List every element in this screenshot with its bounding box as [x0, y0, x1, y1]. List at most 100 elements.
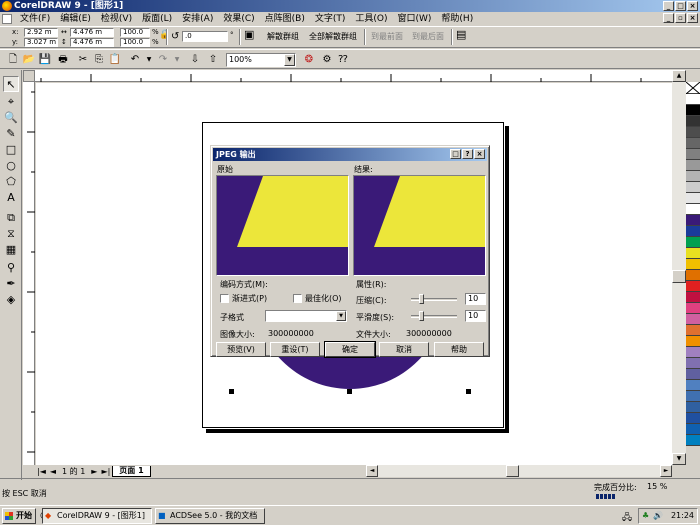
corel-online-icon[interactable]: ❂ [302, 53, 316, 67]
color-swatch[interactable] [686, 435, 700, 446]
color-swatch[interactable] [686, 292, 700, 303]
dialog-close-button[interactable]: × [474, 149, 485, 159]
color-swatch[interactable] [686, 270, 700, 281]
color-swatch[interactable] [686, 182, 700, 193]
copy-icon[interactable]: ⎘ [92, 53, 106, 67]
x-position-field[interactable]: 2.92 m [24, 28, 58, 37]
color-swatch[interactable] [686, 204, 700, 215]
next-page-icon[interactable]: ► [89, 467, 99, 476]
zoom-select[interactable]: 100% ▼ [226, 53, 296, 67]
color-swatch[interactable] [686, 248, 700, 259]
color-swatch[interactable] [686, 303, 700, 314]
import-icon[interactable]: ⇩ [188, 53, 202, 67]
color-swatch[interactable] [686, 402, 700, 413]
pick-tool-icon[interactable]: ↖ [3, 76, 19, 92]
smooth-value-field[interactable]: 10 [465, 310, 486, 322]
fill-tool-icon[interactable]: ◈ [3, 292, 19, 308]
smooth-slider-thumb[interactable] [419, 311, 425, 321]
eyedropper-tool-icon[interactable]: ⚲ [3, 260, 19, 276]
color-swatch[interactable] [686, 347, 700, 358]
interactive-blend-icon[interactable]: ⧉ [3, 210, 19, 226]
scale-y-field[interactable]: 100.0 [120, 38, 150, 47]
print-icon[interactable]: 🖶 [56, 53, 70, 67]
menu-layout[interactable]: 版面(L) [137, 12, 177, 26]
paste-icon[interactable]: 📋 [108, 53, 122, 67]
export-icon[interactable]: ⇧ [206, 53, 220, 67]
new-file-icon[interactable]: 🗋 [6, 53, 20, 67]
color-swatch[interactable] [686, 116, 700, 127]
scroll-thumb[interactable] [506, 465, 519, 477]
result-preview[interactable] [353, 175, 486, 276]
transparency-tool-icon[interactable]: ⧖ [3, 226, 19, 242]
last-page-icon[interactable]: ►| [99, 467, 112, 476]
height-field[interactable]: 4.476 m [70, 38, 114, 47]
color-swatch[interactable] [686, 193, 700, 204]
optimize-check-box[interactable] [293, 294, 302, 303]
color-swatch[interactable] [686, 259, 700, 270]
scroll-down-icon[interactable]: ▼ [672, 453, 686, 465]
progressive-checkbox[interactable]: 渐进式(P) [220, 293, 267, 304]
vertical-ruler[interactable] [23, 82, 35, 465]
color-swatch[interactable] [686, 215, 700, 226]
tray-network-icon[interactable]: 🖧 [622, 510, 632, 525]
menu-bitmaps[interactable]: 点阵图(B) [260, 12, 310, 26]
ungroup-button[interactable]: 解散群组 [264, 28, 302, 46]
ellipse-tool-icon[interactable]: ○ [3, 158, 19, 174]
save-icon[interactable]: 💾 [38, 53, 52, 67]
menu-tools[interactable]: 工具(O) [350, 12, 392, 26]
menu-help[interactable]: 帮助(H) [436, 12, 478, 26]
horizontal-ruler[interactable] [35, 70, 685, 82]
convert-curves-icon[interactable]: ▤ [456, 29, 466, 40]
cut-icon[interactable]: ✂ [76, 53, 90, 67]
scrapbook-icon[interactable]: ⚙ [320, 53, 334, 67]
color-swatch[interactable] [686, 160, 700, 171]
dialog-maximize-button[interactable]: □ [450, 149, 461, 159]
color-swatch[interactable] [686, 171, 700, 182]
mirror-icon[interactable]: ▣ [244, 29, 254, 40]
chevron-down-icon[interactable]: ▼ [284, 54, 295, 66]
first-page-icon[interactable]: |◄ [35, 467, 48, 476]
reset-button[interactable]: 重设(T) [270, 342, 320, 357]
fill-pattern-icon[interactable]: ▦ [3, 242, 19, 258]
selection-handle[interactable] [466, 389, 471, 394]
color-swatch[interactable] [686, 413, 700, 424]
color-swatch[interactable] [686, 424, 700, 435]
color-swatch[interactable] [686, 149, 700, 160]
to-back-button[interactable]: 到最后面 [409, 28, 447, 46]
color-swatch[interactable] [686, 138, 700, 149]
color-swatch[interactable] [686, 325, 700, 336]
horizontal-scrollbar[interactable]: ◄ ► [366, 465, 672, 477]
no-fill-swatch[interactable] [686, 82, 700, 94]
minimize-button[interactable]: _ [663, 1, 674, 11]
text-tool-icon[interactable]: A [3, 190, 19, 206]
doc-close-button[interactable]: × [687, 13, 698, 23]
menu-arrange[interactable]: 安排(A) [177, 12, 218, 26]
chevron-down-icon[interactable]: ▼ [336, 311, 346, 321]
color-swatch[interactable] [686, 281, 700, 292]
color-swatch[interactable] [686, 94, 700, 105]
menu-view[interactable]: 检视(V) [96, 12, 137, 26]
menu-text[interactable]: 文字(T) [310, 12, 351, 26]
volume-icon[interactable]: 🔊 [653, 509, 663, 523]
subformat-select[interactable]: ▼ [265, 310, 347, 322]
ruler-origin[interactable] [23, 70, 35, 82]
document-icon[interactable] [2, 14, 12, 24]
redo-icon[interactable]: ↷ [156, 53, 170, 67]
tray-icon[interactable]: ♣ [642, 509, 649, 523]
page-tab[interactable]: 页面 1 [112, 465, 151, 477]
start-button[interactable]: 开始 [2, 508, 36, 524]
whats-this-icon[interactable]: ⁇ [336, 53, 350, 67]
color-swatch[interactable] [686, 369, 700, 380]
task-acdsee[interactable]: ■ ACDSee 5.0 - 我的文档 [155, 508, 265, 524]
close-button[interactable]: × [687, 1, 698, 11]
menu-file[interactable]: 文件(F) [15, 12, 55, 26]
freehand-tool-icon[interactable]: ✎ [3, 126, 19, 142]
menu-window[interactable]: 窗口(W) [393, 12, 437, 26]
color-swatch[interactable] [686, 127, 700, 138]
doc-minimize-button[interactable]: _ [663, 13, 674, 23]
color-swatch[interactable] [686, 237, 700, 248]
color-swatch[interactable] [686, 391, 700, 402]
preview-button[interactable]: 预览(V) [216, 342, 266, 357]
scale-x-field[interactable]: 100.0 [120, 28, 150, 37]
undo-icon[interactable]: ↶ [128, 53, 142, 67]
